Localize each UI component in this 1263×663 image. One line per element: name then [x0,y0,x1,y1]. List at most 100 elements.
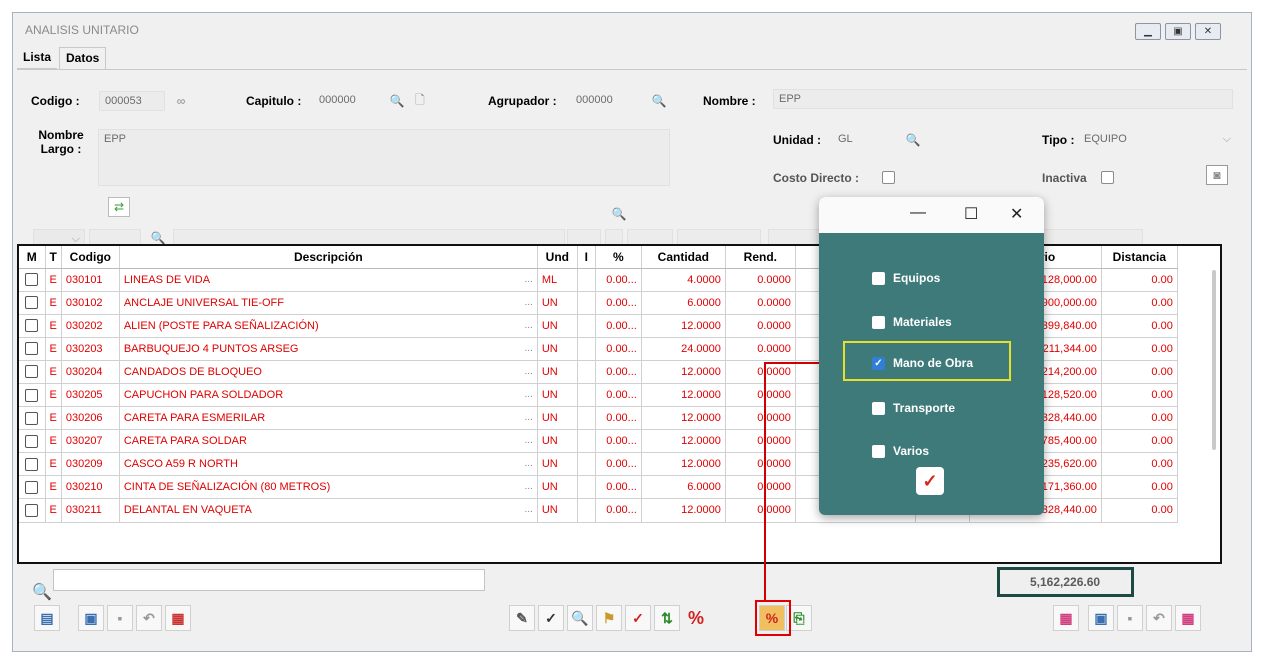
tab-datos[interactable]: Datos [59,47,107,69]
cell-codigo[interactable]: 030203 [61,337,120,361]
cell-cant[interactable]: 12.0000 [641,452,726,477]
popup-item-materiales[interactable]: Materiales [872,315,952,329]
cell-und[interactable]: UN [537,360,578,384]
cell-t[interactable]: E [45,475,62,500]
cell-dist[interactable]: 0.00 [1101,406,1178,431]
sort-icon[interactable]: ⇅ [654,605,680,631]
agrupador-field[interactable]: 000000 [571,91,637,111]
row-checkbox[interactable] [25,457,39,471]
ellipsis-icon[interactable]: ... [525,274,533,285]
save-icon[interactable]: ▪ [107,605,133,631]
cell-und[interactable]: UN [537,314,578,338]
cell-cant[interactable]: 12.0000 [641,406,726,431]
glasses-icon[interactable]: ∞ [170,91,192,111]
tab-lista[interactable]: Lista [17,47,58,69]
undo-icon[interactable]: ↶ [1146,605,1172,631]
popup-item-varios[interactable]: Varios [872,444,929,458]
cell-chk[interactable] [19,337,46,361]
col-header[interactable]: % [595,246,642,269]
row-checkbox[interactable] [25,503,39,517]
row-checkbox[interactable] [25,342,39,356]
cell-desc[interactable]: CANDADOS DE BLOQUEO... [119,360,538,384]
ellipsis-icon[interactable]: ... [525,458,533,469]
cell-und[interactable]: UN [537,429,578,454]
cell-codigo[interactable]: 030210 [61,475,120,500]
col-header[interactable]: Descripción [119,246,538,269]
cell-dist[interactable]: 0.00 [1101,360,1178,384]
ellipsis-icon[interactable]: ... [525,343,533,354]
cell-desc[interactable]: CAPUCHON PARA SOLDADOR... [119,383,538,408]
cell-rend[interactable]: 0.0000 [725,337,796,361]
popup-item-transporte[interactable]: Transporte [872,401,955,415]
cell-desc[interactable]: ALIEN (POSTE PARA SEÑALIZACIÓN)... [119,314,538,338]
cell-i[interactable] [577,452,596,477]
cell-und[interactable]: UN [537,452,578,477]
minimize-icon[interactable]: — [910,204,926,222]
row-checkbox[interactable] [25,273,39,287]
cell-t[interactable]: E [45,452,62,477]
cell-i[interactable] [577,268,596,292]
cell-pct[interactable]: 0.00... [595,291,642,315]
row-checkbox[interactable] [25,434,39,448]
cell-i[interactable] [577,406,596,431]
cell-cant[interactable]: 12.0000 [641,314,726,338]
cell-desc[interactable]: DELANTAL EN VAQUETA... [119,498,538,523]
ellipsis-icon[interactable]: ... [525,481,533,492]
col-header[interactable]: Distancia [1101,246,1178,269]
cell-desc[interactable]: CASCO A59 R NORTH... [119,452,538,477]
cell-t[interactable]: E [45,314,62,338]
cell-codigo[interactable]: 030102 [61,291,120,315]
cell-desc[interactable]: CINTA DE SEÑALIZACIÓN (80 METROS)... [119,475,538,500]
cell-rend[interactable]: 0.0000 [725,498,796,523]
costo-directo-checkbox[interactable] [882,171,895,184]
magnifier-icon[interactable]: 🔍 [567,605,593,631]
grid-icon[interactable]: ▦ [1175,605,1201,631]
cell-chk[interactable] [19,314,46,338]
cell-t[interactable]: E [45,360,62,384]
cell-rend[interactable]: 0.0000 [725,406,796,431]
cell-pct[interactable]: 0.00... [595,337,642,361]
col-header[interactable]: I [577,246,596,269]
cell-und[interactable]: UN [537,475,578,500]
close-icon[interactable]: ✕ [1010,204,1023,224]
cell-rend[interactable]: 0.0000 [725,268,796,292]
cell-pct[interactable]: 0.00... [595,383,642,408]
cell-t[interactable]: E [45,268,62,292]
cell-pct[interactable]: 0.00... [595,452,642,477]
ellipsis-icon[interactable]: ... [525,320,533,331]
cell-cant[interactable]: 12.0000 [641,498,726,523]
row-checkbox[interactable] [25,411,39,425]
cell-i[interactable] [577,475,596,500]
percent-icon[interactable]: % [683,605,709,631]
cell-t[interactable]: E [45,291,62,315]
cell-i[interactable] [577,291,596,315]
cell-pct[interactable]: 0.00... [595,360,642,384]
cell-chk[interactable] [19,498,46,523]
cell-und[interactable]: UN [537,383,578,408]
cell-desc[interactable]: ANCLAJE UNIVERSAL TIE-OFF... [119,291,538,315]
delete-icon[interactable]: ▦ [165,605,191,631]
cell-i[interactable] [577,498,596,523]
cell-chk[interactable] [19,291,46,315]
cell-chk[interactable] [19,383,46,408]
cell-pct[interactable]: 0.00... [595,406,642,431]
cell-chk[interactable] [19,429,46,454]
cell-i[interactable] [577,337,596,361]
col-header[interactable]: Und [537,246,578,269]
cell-und[interactable]: ML [537,268,578,292]
cell-codigo[interactable]: 030206 [61,406,120,431]
search-icon[interactable]: 🔍 [608,204,630,224]
unidad-field[interactable]: GL [833,130,899,150]
marker-icon[interactable]: ⚑ [596,605,622,631]
cell-rend[interactable]: 0.0000 [725,475,796,500]
cell-t[interactable]: E [45,383,62,408]
cell-und[interactable]: UN [537,498,578,523]
cell-i[interactable] [577,429,596,454]
cell-codigo[interactable]: 030205 [61,383,120,408]
ellipsis-icon[interactable]: ... [525,412,533,423]
cell-dist[interactable]: 0.00 [1101,475,1178,500]
cell-codigo[interactable]: 030207 [61,429,120,454]
cell-desc[interactable]: LINEAS DE VIDA... [119,268,538,292]
col-header[interactable]: Codigo [61,246,120,269]
ellipsis-icon[interactable]: ... [525,504,533,515]
